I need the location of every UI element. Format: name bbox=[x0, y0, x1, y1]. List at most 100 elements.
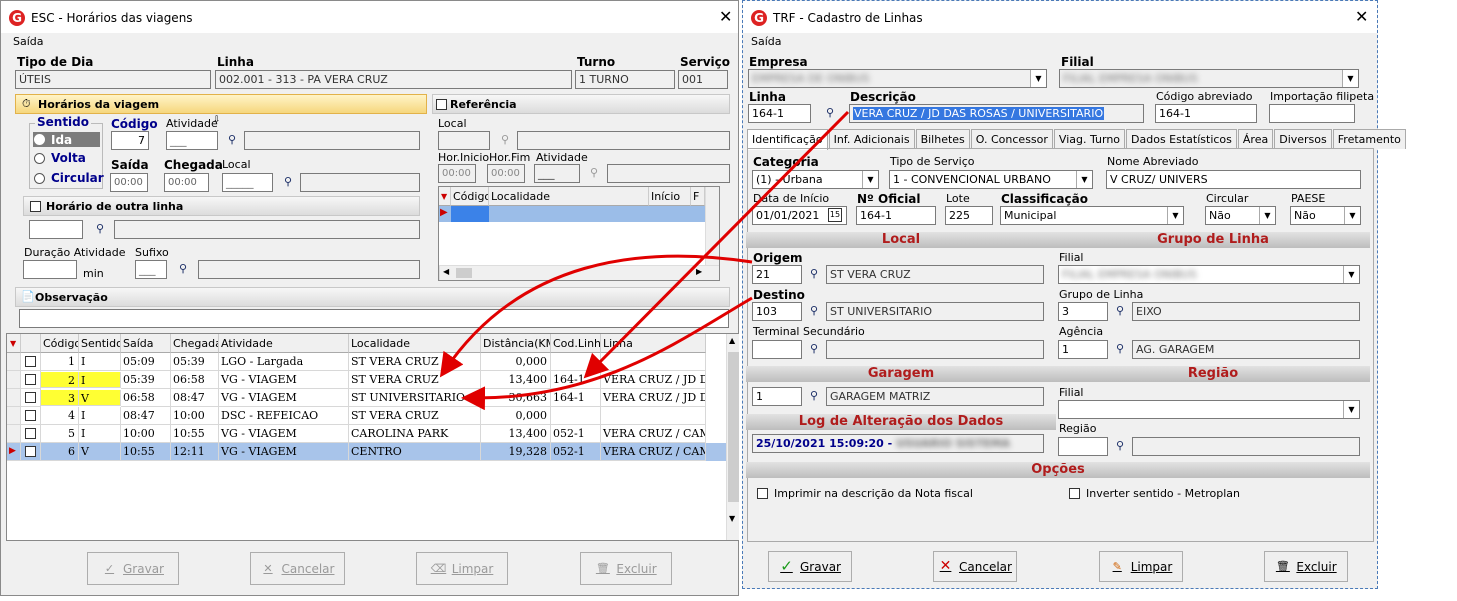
row-checkbox[interactable] bbox=[25, 428, 36, 439]
grid-header[interactable]: Chegada bbox=[171, 334, 219, 353]
tipo-dia-field[interactable]: ÚTEIS bbox=[15, 70, 211, 89]
row-checkbox[interactable] bbox=[25, 410, 36, 421]
tab-3[interactable]: O. Concessor bbox=[970, 129, 1053, 149]
tab-4[interactable]: Viag. Turno bbox=[1053, 129, 1126, 149]
chevron-down-icon[interactable]: ▼ bbox=[1076, 171, 1092, 188]
grid-vscroll[interactable]: ▲ ▼ bbox=[726, 334, 739, 540]
origem-search-icon[interactable]: ⚲ bbox=[805, 265, 823, 283]
inverter-checkbox[interactable] bbox=[1069, 488, 1080, 499]
row-checkbox[interactable] bbox=[25, 392, 36, 403]
excluir-button-left[interactable]: 🗑 Excluir bbox=[580, 552, 672, 585]
sufixo-search-icon[interactable]: ⚲ bbox=[174, 260, 192, 278]
linha-field[interactable]: 002.001 - 313 - PA VERA CRUZ bbox=[215, 70, 572, 89]
chevron-down-icon[interactable]: ▼ bbox=[862, 171, 878, 188]
scroll-thumb[interactable] bbox=[728, 352, 739, 502]
destino-code-field[interactable]: 103 bbox=[752, 302, 802, 321]
referencia-checkbox[interactable] bbox=[436, 99, 447, 110]
regiao-search-icon[interactable]: ⚲ bbox=[1111, 437, 1129, 455]
filial-select[interactable]: FILIAL EMPRESA ONIBUS bbox=[1059, 69, 1359, 88]
atividade-field[interactable]: ___ bbox=[166, 131, 218, 150]
terminal-code-field[interactable] bbox=[752, 340, 802, 359]
chevron-down-icon[interactable]: ▼ bbox=[1343, 401, 1359, 418]
ref-grid-row[interactable]: ▶ bbox=[439, 206, 705, 222]
imprimir-checkbox[interactable] bbox=[757, 488, 768, 499]
volta-radio[interactable] bbox=[34, 153, 45, 164]
ref-grid-header[interactable]: Início bbox=[649, 187, 691, 206]
row-checkbox[interactable] bbox=[25, 356, 36, 367]
tab-8[interactable]: Fretamento bbox=[1332, 129, 1406, 149]
grid-header[interactable]: Linha bbox=[601, 334, 706, 353]
garagem-search-icon[interactable]: ⚲ bbox=[805, 387, 823, 405]
linha-field[interactable]: 164-1 bbox=[748, 104, 811, 123]
limpar-button[interactable]: ✎ Limpar bbox=[1099, 551, 1183, 582]
limpar-button-left[interactable]: ⌫ Limpar bbox=[416, 552, 508, 585]
regiao-code-field[interactable] bbox=[1058, 437, 1108, 456]
table-row[interactable]: 5 I 10:00 10:55 VG - VIAGEM CAROLINA PARK 13,4… bbox=[7, 425, 726, 443]
grid-header[interactable]: Atividade bbox=[219, 334, 349, 353]
gravar-button[interactable]: ✓ Gravar bbox=[768, 551, 852, 582]
filial3-select[interactable] bbox=[1058, 400, 1360, 419]
tab-0[interactable]: Identificação bbox=[747, 129, 828, 150]
cancelar-button[interactable]: ✕ Cancelar bbox=[933, 551, 1017, 582]
circular-radio[interactable] bbox=[34, 173, 45, 184]
origem-code-field[interactable]: 21 bbox=[752, 265, 802, 284]
row-checkbox[interactable] bbox=[25, 374, 36, 385]
scroll-right-icon[interactable]: ▶ bbox=[696, 267, 702, 276]
calendar-icon[interactable]: 15 bbox=[828, 208, 842, 222]
terminal-search-icon[interactable]: ⚲ bbox=[805, 340, 823, 358]
table-row[interactable]: 3 V 06:58 08:47 VG - VIAGEM ST UNIVERSITARIO 3… bbox=[7, 389, 726, 407]
close-icon[interactable]: ✕ bbox=[1355, 7, 1368, 26]
tab-1[interactable]: Inf. Adicionais bbox=[828, 129, 915, 149]
grupo-code-field[interactable]: 3 bbox=[1058, 302, 1108, 321]
chevron-down-icon[interactable]: ▼ bbox=[1259, 207, 1275, 224]
ref-grid-hscroll[interactable]: ◀ ▶ bbox=[439, 265, 719, 280]
descricao-field[interactable]: VERA CRUZ / JD DAS ROSAS / UNIVERSITARIO bbox=[849, 104, 1144, 123]
agencia-search-icon[interactable]: ⚲ bbox=[1111, 340, 1129, 358]
close-icon[interactable]: ✕ bbox=[719, 7, 732, 26]
outra-linha-field[interactable] bbox=[29, 220, 83, 239]
nome-abrev-field[interactable]: V CRUZ/ UNIVERS bbox=[1106, 170, 1361, 189]
row-checkbox[interactable] bbox=[25, 446, 36, 457]
grid-header[interactable]: Distância(KM) bbox=[481, 334, 551, 353]
menu-saida[interactable]: Saída bbox=[13, 35, 44, 48]
sufixo-field[interactable]: ___ bbox=[135, 260, 167, 279]
grid-header[interactable]: Saída bbox=[121, 334, 171, 353]
ref-grid-vscroll[interactable] bbox=[705, 187, 719, 265]
classificacao-select[interactable]: Municipal bbox=[1000, 206, 1184, 225]
table-row[interactable]: ▶ 6 V 10:55 12:11 VG - VIAGEM CENTRO 19,328 052-… bbox=[7, 443, 726, 461]
importacao-field[interactable] bbox=[1269, 104, 1355, 123]
duracao-field[interactable] bbox=[23, 260, 77, 279]
empresa-select[interactable]: EMPRESA DE ONIBUS bbox=[748, 69, 1047, 88]
table-row[interactable]: 2 I 05:39 06:58 VG - VIAGEM ST VERA CRUZ 13,40… bbox=[7, 371, 726, 389]
cancelar-button-left[interactable]: ✕ Cancelar bbox=[250, 552, 345, 585]
tab-7[interactable]: Diversos bbox=[1274, 129, 1332, 149]
linha-search-icon[interactable]: ⚲ bbox=[821, 104, 839, 122]
servico-field[interactable]: 001 bbox=[678, 70, 728, 89]
chegada-field[interactable]: 00:00 bbox=[164, 173, 209, 192]
local-search-icon[interactable]: ⚲ bbox=[279, 173, 297, 191]
scroll-down-icon[interactable]: ▼ bbox=[729, 514, 735, 523]
grid-header[interactable]: Localidade bbox=[349, 334, 481, 353]
outra-linha-checkbox[interactable] bbox=[30, 201, 41, 212]
scroll-thumb[interactable] bbox=[456, 268, 472, 278]
table-row[interactable]: 4 I 08:47 10:00 DSC - REFEICAO ST VERA CRUZ 0,… bbox=[7, 407, 726, 425]
grid-header[interactable]: Cod.Linha bbox=[551, 334, 601, 353]
categoria-select[interactable]: (1) - Urbana bbox=[752, 170, 879, 189]
ref-grid-header[interactable]: Localidade bbox=[489, 187, 649, 206]
chevron-down-icon[interactable]: ▼ bbox=[1343, 266, 1359, 283]
cod-abrev-field[interactable]: 164-1 bbox=[1155, 104, 1257, 123]
chevron-down-icon[interactable]: ▼ bbox=[1344, 207, 1360, 224]
atividade-search-icon[interactable]: ⚲ bbox=[223, 131, 241, 149]
saida-field[interactable]: 00:00 bbox=[110, 173, 148, 192]
observacao-field[interactable] bbox=[19, 309, 729, 328]
agencia-code-field[interactable]: 1 bbox=[1058, 340, 1108, 359]
codigo-field[interactable]: 7 bbox=[111, 131, 149, 150]
ref-grid-header[interactable]: Código bbox=[451, 187, 489, 206]
n-oficial-field[interactable]: 164-1 bbox=[856, 206, 936, 225]
tipo-servico-select[interactable]: 1 - CONVENCIONAL URBANO bbox=[889, 170, 1093, 189]
tab-2[interactable]: Bilhetes bbox=[915, 129, 970, 149]
gravar-button-left[interactable]: ✓ Gravar bbox=[87, 552, 179, 585]
grid-header[interactable]: Sentido bbox=[79, 334, 121, 353]
garagem-code-field[interactable]: 1 bbox=[752, 387, 802, 406]
tab-5[interactable]: Dados Estatísticos bbox=[1126, 129, 1237, 149]
